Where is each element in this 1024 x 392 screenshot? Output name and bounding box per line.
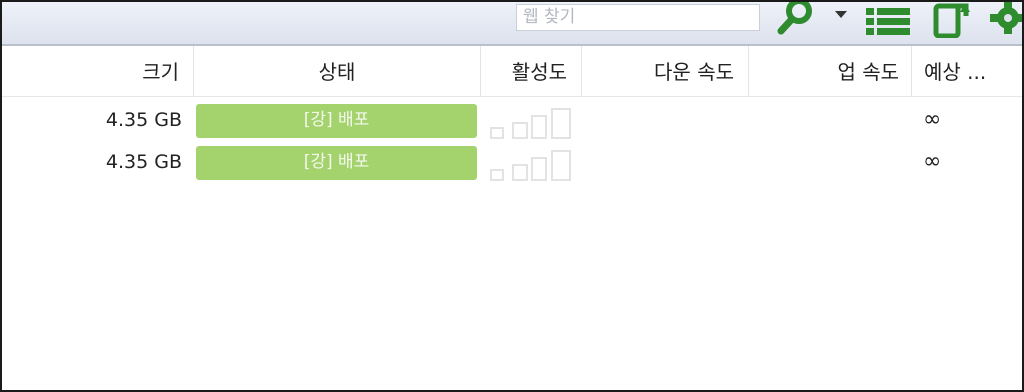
activity-bars-icon	[490, 108, 571, 139]
toolbar: 웹 찾기	[2, 2, 1022, 46]
column-header-down-speed[interactable]: 다운 속도	[582, 46, 749, 96]
eta-cell: ∞	[923, 107, 942, 132]
list-view-icon[interactable]	[866, 6, 912, 36]
search-icon[interactable]	[772, 2, 822, 36]
table-row[interactable]: 4.35 GB [강] 배포 ∞	[2, 100, 1022, 142]
column-header-activity[interactable]: 활성도	[481, 46, 582, 96]
status-badge: [강] 배포	[196, 104, 477, 138]
activity-bars-icon	[490, 150, 571, 181]
search-input[interactable]: 웹 찾기	[516, 4, 760, 31]
column-header-eta[interactable]: 예상 ...	[912, 46, 1010, 96]
remote-device-icon[interactable]	[932, 2, 972, 38]
table-row[interactable]: 4.35 GB [강] 배포 ∞	[2, 142, 1022, 184]
status-badge: [강] 배포	[196, 146, 477, 180]
eta-cell: ∞	[923, 149, 942, 174]
column-header-up-speed[interactable]: 업 속도	[749, 46, 912, 96]
settings-icon[interactable]	[990, 2, 1024, 38]
size-cell: 4.35 GB	[105, 151, 182, 173]
column-header-status[interactable]: 상태	[194, 46, 481, 96]
column-header-size[interactable]: 크기	[42, 46, 194, 96]
size-cell: 4.35 GB	[105, 109, 182, 131]
column-header: 크기 상태 활성도 다운 속도 업 속도 예상 ...	[2, 46, 1022, 97]
app-window: 웹 찾기 크기 상태 활성도 다운 속도 업 속도 예상 ... 4.35 GB…	[0, 0, 1024, 392]
dropdown-arrow-icon[interactable]	[834, 10, 848, 20]
